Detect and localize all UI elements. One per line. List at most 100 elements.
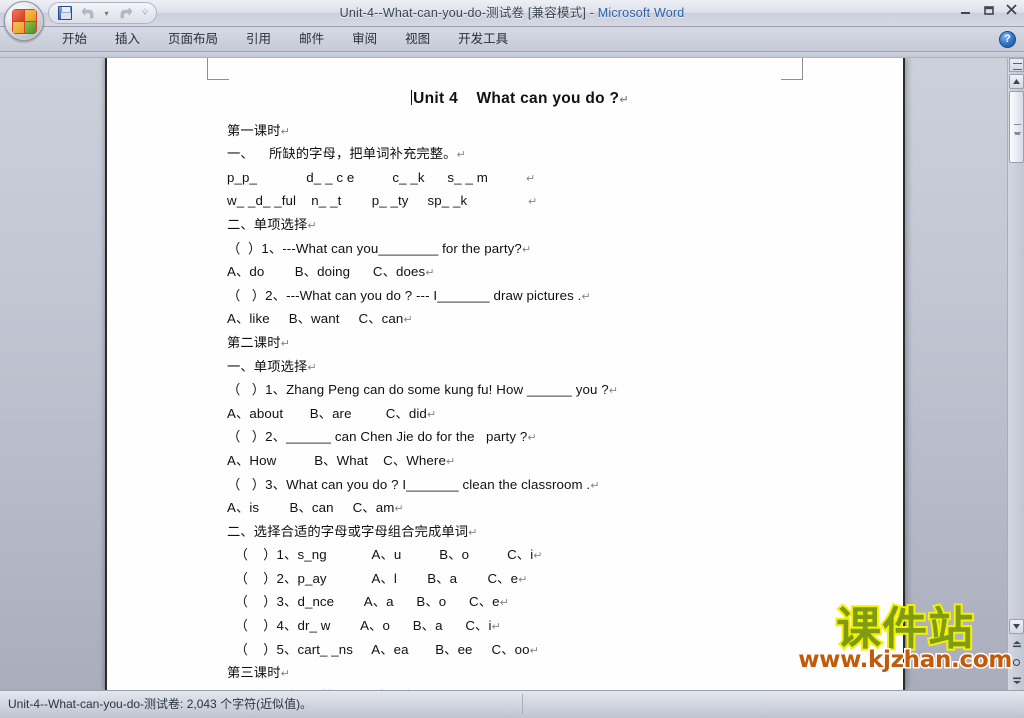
redo-button[interactable] bbox=[115, 4, 135, 22]
document-page[interactable]: Unit 4 What can you do ?↵ 第一课时↵ 一、 所缺的字母… bbox=[105, 58, 905, 690]
tab-home[interactable]: 开始 bbox=[48, 27, 101, 52]
save-icon bbox=[58, 6, 72, 20]
office-button[interactable] bbox=[4, 1, 44, 41]
next-page-button[interactable] bbox=[1009, 673, 1024, 688]
ribbon-tabs: 开始 插入 页面布局 引用 邮件 审阅 视图 开发工具 bbox=[48, 27, 522, 52]
paragraph-mark-icon: ↵ bbox=[521, 243, 532, 256]
title-bar: Unit-4--What-can-you-do-测试卷 [兼容模式] - Mic… bbox=[0, 0, 1024, 41]
paragraph-mark-icon: ↵ bbox=[619, 94, 629, 106]
document-heading: Unit 4 What can you do ?↵ bbox=[227, 88, 813, 112]
restore-button[interactable] bbox=[980, 3, 997, 17]
redo-icon bbox=[120, 6, 132, 18]
undo-button[interactable] bbox=[78, 4, 98, 22]
close-button[interactable] bbox=[1003, 3, 1020, 17]
scrollbar-thumb[interactable] bbox=[1009, 91, 1024, 163]
doc-line: A、do B、doing C、does↵ bbox=[227, 264, 435, 280]
tab-mailings[interactable]: 邮件 bbox=[285, 27, 338, 52]
scroll-down-button[interactable] bbox=[1009, 619, 1024, 634]
select-browse-object-button[interactable] bbox=[1009, 655, 1024, 670]
doc-line: 第三课时↵ bbox=[227, 665, 290, 681]
doc-line: 二、选择合适的字母或字母组合完成单词↵ bbox=[227, 523, 478, 539]
scroll-up-button[interactable] bbox=[1009, 74, 1024, 89]
doc-line: （ ）2、p_ay A、l B、a C、e↵ bbox=[227, 570, 528, 586]
paragraph-mark-icon: ↵ bbox=[518, 573, 528, 586]
paragraph-mark-icon: ↵ bbox=[527, 432, 537, 445]
paragraph-mark-icon: ↵ bbox=[394, 503, 404, 516]
status-bar: Unit-4--What-can-you-do-测试卷: 2,043 个字符(近… bbox=[0, 690, 1024, 718]
tab-developer[interactable]: 开发工具 bbox=[444, 27, 522, 52]
split-window-handle[interactable] bbox=[1009, 58, 1024, 72]
customize-quick-access-button[interactable]: ⩒ bbox=[138, 4, 152, 22]
paragraph-mark-icon: ↵ bbox=[533, 550, 543, 563]
tab-references[interactable]: 引用 bbox=[232, 27, 285, 52]
quick-access-toolbar: ▾ ⩒ bbox=[48, 2, 157, 24]
doc-line: （ ）1、Zhang Peng can do some kung fu! How… bbox=[227, 382, 619, 398]
paragraph-mark-icon: ↵ bbox=[468, 526, 478, 539]
ribbon-tab-bar: 开始 插入 页面布局 引用 邮件 审阅 视图 开发工具 ? bbox=[0, 27, 1024, 52]
doc-line: 第二课时↵ bbox=[227, 334, 290, 350]
paragraph-mark-icon: ↵ bbox=[425, 267, 435, 280]
chevron-down-icon bbox=[1013, 624, 1020, 629]
doc-line: （ ）3、What can you do ? I_______ clean th… bbox=[227, 476, 600, 492]
paragraph-mark-icon: ↵ bbox=[499, 597, 509, 610]
close-icon bbox=[1006, 4, 1017, 15]
paragraph-mark-icon: ↵ bbox=[456, 149, 466, 162]
status-character-count[interactable]: Unit-4--What-can-you-do-测试卷: 2,043 个字符(近… bbox=[8, 691, 312, 717]
paragraph-mark-icon: ↵ bbox=[491, 621, 501, 634]
window-title-app: Microsoft Word bbox=[597, 6, 685, 20]
doc-line: （ ）2、______ can Chen Jie do for the part… bbox=[227, 429, 537, 445]
paragraph-mark-icon: ↵ bbox=[280, 125, 290, 138]
tab-view[interactable]: 视图 bbox=[391, 27, 444, 52]
paragraph-mark-icon: ↵ bbox=[403, 314, 413, 327]
paragraph-mark-icon: ↵ bbox=[426, 408, 437, 421]
document-text[interactable]: Unit 4 What can you do ?↵ 第一课时↵ 一、 所缺的字母… bbox=[227, 88, 813, 690]
office-logo-icon bbox=[12, 9, 37, 34]
window-controls bbox=[957, 3, 1020, 17]
paragraph-mark-icon: ↵ bbox=[608, 385, 619, 398]
vertical-scrollbar[interactable] bbox=[1007, 58, 1024, 690]
margin-mark-top-left bbox=[207, 58, 229, 80]
doc-line: （ ）2、---What can you do ? --- I_______ d… bbox=[227, 287, 591, 303]
paragraph-mark-icon: ↵ bbox=[581, 290, 591, 303]
doc-line: 一、单项选择↵ bbox=[227, 358, 317, 374]
minimize-button[interactable] bbox=[957, 3, 974, 17]
circle-icon bbox=[1013, 659, 1020, 666]
customize-icon: ⩒ bbox=[141, 7, 149, 18]
paragraph-mark-icon: ↵ bbox=[590, 479, 600, 492]
tab-insert[interactable]: 插入 bbox=[101, 27, 154, 52]
restore-icon bbox=[984, 6, 994, 15]
doc-line: （ ）1、---What can you________ for the par… bbox=[227, 240, 532, 256]
doc-line: 一、 所缺的字母，把单词补充完整。↵ bbox=[227, 146, 466, 162]
chevron-up-icon bbox=[1013, 79, 1020, 84]
paragraph-mark-icon: ↵ bbox=[528, 196, 538, 209]
doc-line: w_ _d_ _ful n_ _t p_ _ty sp_ _k ↵ bbox=[227, 193, 538, 209]
save-button[interactable] bbox=[55, 4, 75, 22]
double-chevron-up-icon bbox=[1012, 641, 1021, 648]
doc-line: （ ）1、s_ng A、u B、o C、i↵ bbox=[227, 547, 543, 563]
doc-line: （ ）3、d_nce A、a B、o C、e↵ bbox=[227, 594, 509, 610]
undo-dropdown-button[interactable]: ▾ bbox=[101, 4, 112, 22]
window-title-separator: - bbox=[586, 6, 598, 20]
tab-review[interactable]: 审阅 bbox=[338, 27, 391, 52]
help-button[interactable]: ? bbox=[999, 31, 1016, 48]
minimize-icon bbox=[961, 12, 970, 14]
document-heading-text: Unit 4 What can you do ? bbox=[413, 90, 620, 107]
doc-line: 二、单项选择↵ bbox=[227, 216, 317, 232]
document-workspace: Unit 4 What can you do ?↵ 第一课时↵ 一、 所缺的字母… bbox=[0, 58, 1024, 690]
doc-line: A、like B、want C、can↵ bbox=[227, 311, 413, 327]
previous-page-button[interactable] bbox=[1009, 637, 1024, 652]
text-cursor bbox=[411, 90, 413, 105]
doc-line: p_p_ d_ _ c e c_ _k s_ _ m ↵ bbox=[227, 169, 536, 185]
tab-page-layout[interactable]: 页面布局 bbox=[154, 27, 232, 52]
doc-line: （ ）4、dr_ w A、o B、a C、i↵ bbox=[227, 618, 501, 634]
paragraph-mark-icon: ↵ bbox=[529, 644, 539, 657]
paragraph-mark-icon: ↵ bbox=[525, 172, 536, 185]
status-divider bbox=[522, 694, 523, 714]
double-chevron-down-icon bbox=[1012, 677, 1021, 684]
paragraph-mark-icon: ↵ bbox=[280, 337, 290, 350]
doc-line: A、about B、are C、did↵ bbox=[227, 405, 437, 421]
margin-mark-top-right bbox=[781, 58, 803, 80]
chevron-down-icon: ▾ bbox=[104, 8, 109, 18]
window-title-document: Unit-4--What-can-you-do-测试卷 [兼容模式] bbox=[339, 6, 587, 20]
doc-line: A、How B、What C、Where↵ bbox=[227, 452, 456, 468]
